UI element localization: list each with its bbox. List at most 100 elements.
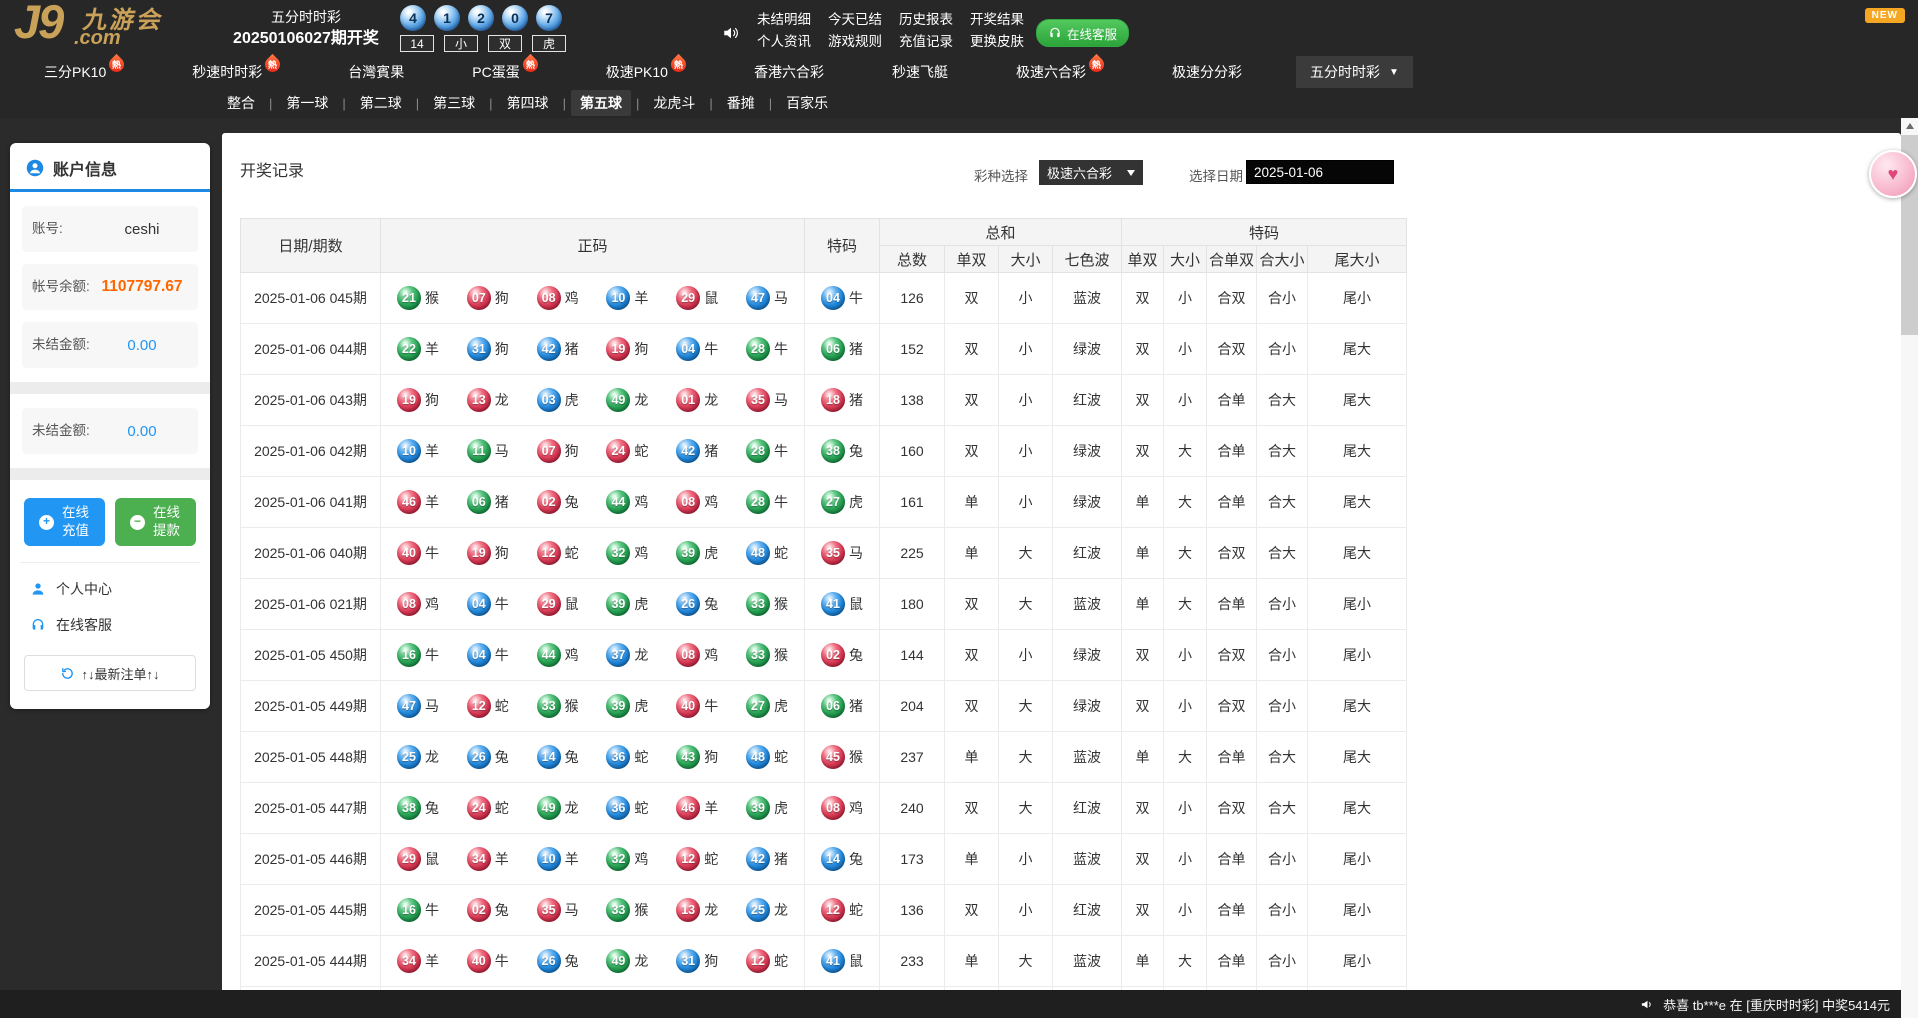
sub-nav-item[interactable]: 整合 (218, 90, 264, 116)
account-value: ceshi (96, 221, 188, 238)
lottery-ball: 48 (746, 541, 770, 565)
table-row: 2025-01-05 447期38兔24蛇49龙36蛇46羊39虎08鸡240双… (241, 783, 1407, 834)
special-ball-cell: 04牛 (805, 273, 880, 324)
result-date-cell: 2025-01-05 449期 (241, 681, 381, 732)
lottery-ball: 01 (676, 388, 700, 412)
special-oddeven-cell: 双 (1122, 324, 1164, 375)
game-nav-item[interactable]: 台灣賓果 (334, 56, 418, 88)
lottery-select[interactable]: 极速六合彩 (1039, 160, 1143, 185)
special-bigsmall-cell: 小 (1164, 375, 1207, 426)
normal-ball-item: 32鸡 (606, 541, 648, 565)
deposit-button[interactable]: + 在线充值 (24, 498, 105, 546)
result-date-cell: 2025-01-06 021期 (241, 579, 381, 630)
game-nav-item[interactable]: PC蛋蛋熱 (458, 56, 551, 88)
game-nav-item[interactable]: 秒速时时彩熱 (178, 56, 294, 88)
wave-cell: 蓝波 (1053, 732, 1122, 783)
sub-nav-item[interactable]: 第二球 (351, 90, 411, 116)
sub-nav-item[interactable]: 第三球 (424, 90, 484, 116)
header-menu-link[interactable]: 开奖结果 (970, 8, 1024, 28)
sum-oddeven-cell: 双 (945, 885, 999, 936)
header-result-balls: 41207 (400, 5, 562, 31)
digitsum-oddeven-cell: 合单 (1207, 375, 1257, 426)
nav-separator: | (342, 96, 345, 111)
scrollbar-up-arrow[interactable] (1901, 118, 1918, 134)
normal-ball-item: 04牛 (467, 592, 509, 616)
nav-separator: | (489, 96, 492, 111)
game-nav-item[interactable]: 秒速飞艇 (878, 56, 962, 88)
speaker-icon[interactable] (722, 24, 740, 42)
normal-ball-item: 34羊 (397, 949, 439, 973)
sub-nav-item[interactable]: 番摊 (718, 90, 764, 116)
zodiac-label: 猪 (849, 390, 863, 410)
header-menu-link[interactable]: 游戏规则 (828, 30, 882, 50)
latest-bets-button[interactable]: ↑↓最新注单↑↓ (24, 655, 196, 691)
sub-column-header: 大小 (999, 246, 1053, 273)
header-menu-link[interactable]: 个人资讯 (757, 30, 811, 50)
logo[interactable]: J9 .com 九游会 (14, 2, 214, 54)
lottery-ball: 12 (467, 694, 491, 718)
table-row: 2025-01-06 042期10羊11马07狗24蛇42猪28牛38兔160双… (241, 426, 1407, 477)
lottery-ball: 42 (746, 847, 770, 871)
special-ball-cell: 45猴 (805, 732, 880, 783)
digitsum-oddeven-cell: 合单 (1207, 834, 1257, 885)
special-ball-item: 08鸡 (805, 796, 879, 820)
lottery-ball: 34 (397, 949, 421, 973)
lottery-ball: 36 (606, 745, 630, 769)
game-nav-item[interactable]: 三分PK10熱 (30, 56, 138, 88)
sub-nav-item[interactable]: 第五球 (571, 90, 631, 116)
sub-nav-item[interactable]: 百家乐 (777, 90, 837, 116)
lottery-ball: 14 (821, 847, 845, 871)
latest-bets-label: ↑↓最新注单↑↓ (81, 664, 159, 683)
withdraw-button[interactable]: − 在线提款 (115, 498, 196, 546)
online-service-button[interactable]: 在线客服 (1036, 19, 1129, 47)
game-nav-item[interactable]: 香港六合彩 (740, 56, 838, 88)
floating-service-widget[interactable]: ♥ (1869, 150, 1917, 198)
online-service-link[interactable]: 在线客服 (30, 615, 194, 635)
zodiac-label: 鸡 (634, 543, 648, 563)
date-input[interactable] (1246, 160, 1394, 184)
personal-center-link[interactable]: 个人中心 (30, 579, 194, 599)
tail-bigsmall-cell: 尾小 (1308, 630, 1407, 681)
normal-ball-item: 08鸡 (397, 592, 439, 616)
normal-balls: 19狗13龙03虎49龙01龙35马 (381, 388, 804, 412)
sum-bigsmall-cell: 小 (999, 273, 1053, 324)
header-ball: 0 (502, 5, 528, 31)
game-nav-item[interactable]: 极速六合彩熱 (1002, 56, 1118, 88)
lottery-ball: 16 (397, 898, 421, 922)
lottery-ball: 41 (821, 949, 845, 973)
special-bigsmall-cell: 大 (1164, 528, 1207, 579)
lottery-ball: 04 (821, 286, 845, 310)
header-menu-link[interactable]: 充值记录 (899, 30, 953, 50)
chevron-down-icon (1127, 170, 1135, 180)
game-nav-item[interactable]: 极速分分彩 (1158, 56, 1256, 88)
lottery-ball: 06 (821, 694, 845, 718)
game-nav-item[interactable]: 极速PK10熱 (592, 56, 700, 88)
sub-nav-item[interactable]: 第四球 (498, 90, 558, 116)
zodiac-label: 羊 (425, 441, 439, 461)
game-nav-item[interactable]: 五分时时彩▼ (1296, 56, 1413, 88)
header-menu-link[interactable]: 今天已结 (828, 8, 882, 28)
normal-balls-cell: 21猴07狗08鸡10羊29鼠47马 (381, 273, 805, 324)
zodiac-label: 羊 (565, 849, 579, 869)
sub-nav-item[interactable]: 第一球 (277, 90, 337, 116)
lottery-ball: 26 (537, 949, 561, 973)
zodiac-label: 牛 (425, 543, 439, 563)
sub-column-header: 尾大小 (1308, 246, 1407, 273)
header-menu-link[interactable]: 未结明细 (757, 8, 811, 28)
normal-ball-item: 39虎 (606, 592, 648, 616)
sum-oddeven-cell: 双 (945, 783, 999, 834)
normal-balls: 46羊06猪02兔44鸡08鸡28牛 (381, 490, 804, 514)
hot-flame-icon: 熱 (668, 53, 689, 74)
result-date-cell: 2025-01-05 448期 (241, 732, 381, 783)
header-menu-link[interactable]: 历史报表 (899, 8, 953, 28)
sub-nav-item[interactable]: 龙虎斗 (644, 90, 704, 116)
total-cell: 225 (880, 528, 945, 579)
normal-ball-item: 29鼠 (397, 847, 439, 871)
header-menu-link[interactable]: 更换皮肤 (970, 30, 1024, 50)
nav-separator: | (769, 96, 772, 111)
result-date-cell: 2025-01-06 042期 (241, 426, 381, 477)
normal-ball-item: 06猪 (467, 490, 509, 514)
special-ball: 27虎 (821, 490, 863, 514)
sidebar-section-unsettled2: 未结金额: 0.00 (10, 394, 210, 468)
lottery-ball: 34 (467, 847, 491, 871)
